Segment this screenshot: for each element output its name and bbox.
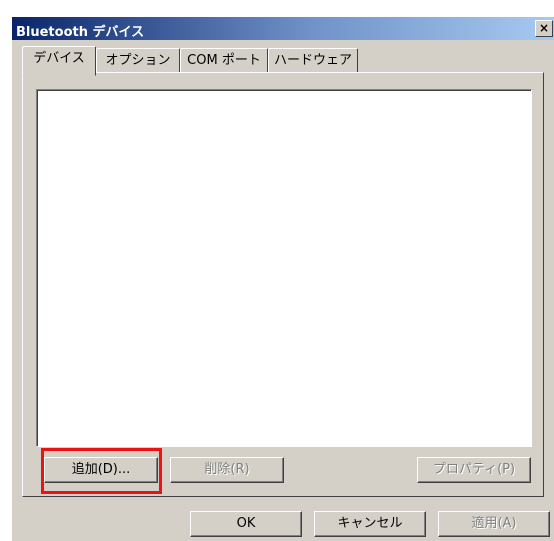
device-list[interactable] — [36, 89, 532, 447]
ok-button[interactable]: OK — [190, 511, 302, 537]
remove-device-button[interactable]: 削除(R) — [170, 457, 284, 483]
close-button[interactable]: × — [535, 20, 553, 37]
properties-button[interactable]: プロパティ(P) — [417, 457, 531, 483]
bluetooth-devices-dialog: Bluetooth デバイス × デバイス オプション COM ポート ハードウ… — [12, 17, 554, 541]
cancel-button[interactable]: キャンセル — [314, 511, 426, 537]
window-title: Bluetooth デバイス — [16, 25, 145, 40]
tab-devices[interactable]: デバイス — [22, 46, 96, 76]
apply-button[interactable]: 適用(A) — [438, 511, 550, 537]
tab-hardware[interactable]: ハードウェア — [268, 48, 358, 74]
add-device-button[interactable]: 追加(D)... — [44, 457, 158, 483]
tab-com-ports[interactable]: COM ポート — [180, 48, 268, 74]
title-bar[interactable]: Bluetooth デバイス × — [12, 17, 554, 40]
tab-options[interactable]: オプション — [96, 48, 180, 74]
